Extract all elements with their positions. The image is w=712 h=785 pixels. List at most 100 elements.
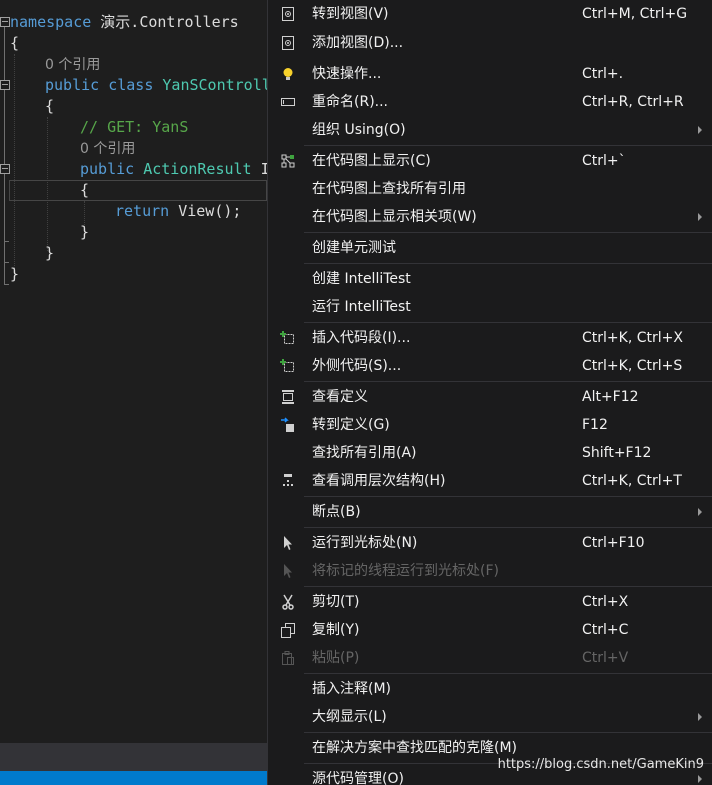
status-bar [0, 771, 267, 785]
fold-line [4, 90, 5, 164]
menu-item-label: 外侧代码(S)... [312, 358, 402, 374]
menu-item-label: 组织 Using(O) [312, 122, 406, 138]
menu-item-peek-definition[interactable]: 查看定义 Alt+F12 [268, 383, 712, 411]
menu-item-rename[interactable]: 重命名(R)... Ctrl+R, Ctrl+R [268, 88, 712, 116]
codelens-references[interactable]: 0 个引用 [80, 138, 135, 159]
menu-separator [304, 381, 712, 382]
menu-separator [304, 496, 712, 497]
code-line-method: public ActionResult I [80, 159, 267, 180]
copy-icon [281, 623, 295, 638]
rename-icon [281, 98, 295, 106]
snippet-icon [280, 331, 294, 344]
menu-item-label: 转到定义(G) [312, 417, 390, 433]
menu-item-label: 查找所有引用(A) [312, 445, 417, 461]
menu-item-label: 查看定义 [312, 389, 368, 405]
menu-item-organize-usings[interactable]: 组织 Using(O) [268, 116, 712, 144]
type-name: ActionResult [143, 160, 252, 178]
menu-item-insert-snippet[interactable]: 插入代码段(I)... Ctrl+K, Ctrl+X [268, 324, 712, 352]
menu-item-go-to-definition[interactable]: 转到定义(G) F12 [268, 411, 712, 439]
surround-icon [280, 359, 294, 372]
menu-separator [304, 586, 712, 587]
menu-item-go-to-view[interactable]: 转到视图(V) Ctrl+M, Ctrl+G [268, 0, 712, 28]
menu-item-run-flagged-threads-to-cursor[interactable]: 将标记的线程运行到光标处(F) [268, 557, 712, 585]
paste-icon [282, 651, 294, 665]
menu-item-label: 源代码管理(O) [312, 771, 404, 785]
menu-separator [304, 732, 712, 733]
keyword: return [115, 202, 170, 220]
run-flagged-icon [284, 564, 292, 578]
fold-toggle-namespace[interactable] [0, 17, 10, 27]
lightbulb-icon [283, 68, 293, 80]
menu-separator [304, 232, 712, 233]
code-line-class: public class YanSControlle [45, 75, 267, 96]
watermark-text: https://blog.csdn.net/GameKin9 [497, 757, 704, 772]
menu-item-shortcut: Ctrl+C [582, 622, 629, 638]
menu-item-shortcut: Ctrl+M, Ctrl+G [582, 6, 688, 22]
menu-item-add-view[interactable]: 添加视图(D)... [268, 29, 712, 57]
code-line-brace: { [10, 33, 19, 54]
menu-item-label: 在解决方案中查找匹配的克隆(M) [312, 740, 518, 756]
menu-item-find-all-references-on-code-map[interactable]: 在代码图上查找所有引用 [268, 175, 712, 203]
menu-item-shortcut: Ctrl+X [582, 594, 629, 610]
code-editor[interactable]: namespace 演示.Controllers { 0 个引用 public … [0, 0, 267, 743]
menu-item-outlining[interactable]: 大纲显示(L) [268, 703, 712, 731]
class-name: YanSControlle [162, 76, 267, 94]
fold-toggle-class[interactable] [0, 80, 10, 90]
menu-item-label: 插入注释(M) [312, 681, 392, 697]
comment: // GET: YanS [80, 118, 189, 136]
brace-close: } [10, 265, 20, 283]
menu-item-show-on-code-map[interactable]: 在代码图上显示(C) Ctrl+` [268, 147, 712, 175]
brace-close: } [45, 244, 55, 262]
submenu-arrow-icon [698, 775, 702, 783]
fold-toggle-method[interactable] [0, 164, 10, 174]
fold-end-tick [4, 262, 9, 263]
menu-item-copy[interactable]: 复制(Y) Ctrl+C [268, 616, 712, 644]
menu-item-create-unit-tests[interactable]: 创建单元测试 [268, 234, 712, 262]
menu-separator [304, 145, 712, 146]
menu-item-view-call-hierarchy[interactable]: 查看调用层次结构(H) Ctrl+K, Ctrl+T [268, 467, 712, 495]
menu-item-shortcut: Ctrl+F10 [582, 535, 645, 551]
code-line-brace: } [80, 222, 89, 243]
fold-end-tick [4, 241, 9, 242]
keyword: namespace [10, 13, 92, 31]
menu-item-surround-with[interactable]: 外侧代码(S)... Ctrl+K, Ctrl+S [268, 352, 712, 380]
menu-item-label: 添加视图(D)... [312, 35, 404, 51]
menu-item-paste[interactable]: 粘贴(P) Ctrl+V [268, 644, 712, 672]
submenu-arrow-icon [698, 508, 702, 516]
menu-item-show-related-on-code-map[interactable]: 在代码图上显示相关项(W) [268, 203, 712, 231]
codelens-references[interactable]: 0 个引用 [45, 54, 100, 75]
menu-item-label: 运行 IntelliTest [312, 299, 411, 315]
reference-count[interactable]: 0 个引用 [45, 57, 100, 73]
menu-item-label: 大纲显示(L) [312, 709, 387, 725]
menu-item-shortcut: Ctrl+. [582, 66, 624, 82]
fold-line [4, 27, 5, 80]
submenu-arrow-icon [698, 126, 702, 134]
namespace-name: 演示.Controllers [91, 13, 239, 31]
menu-item-find-all-references[interactable]: 查找所有引用(A) Shift+F12 [268, 439, 712, 467]
menu-item-run-to-cursor[interactable]: 运行到光标处(N) Ctrl+F10 [268, 529, 712, 557]
menu-item-run-intellitest[interactable]: 运行 IntelliTest [268, 293, 712, 321]
menu-item-label: 复制(Y) [312, 622, 360, 638]
code-line-namespace: namespace 演示.Controllers [10, 12, 239, 33]
submenu-arrow-icon [698, 213, 702, 221]
menu-item-quick-actions[interactable]: 快速操作... Ctrl+. [268, 60, 712, 88]
menu-item-cut[interactable]: 剪切(T) Ctrl+X [268, 588, 712, 616]
brace-open: { [45, 97, 55, 115]
menu-item-label: 断点(B) [312, 504, 361, 520]
menu-item-breakpoint[interactable]: 断点(B) [268, 498, 712, 526]
reference-count[interactable]: 0 个引用 [80, 141, 135, 157]
menu-item-label: 在代码图上显示(C) [312, 153, 431, 169]
menu-item-label: 快速操作... [312, 66, 382, 82]
menu-item-insert-comment[interactable]: 插入注释(M) [268, 675, 712, 703]
menu-item-label: 运行到光标处(N) [312, 535, 418, 551]
menu-item-label: 将标记的线程运行到光标处(F) [312, 563, 499, 579]
menu-item-shortcut: Ctrl+K, Ctrl+S [582, 358, 683, 374]
menu-separator [304, 263, 712, 264]
brace-open: { [10, 34, 20, 52]
code-line-brace: } [10, 264, 19, 285]
menu-item-shortcut: Ctrl+K, Ctrl+T [582, 473, 682, 489]
menu-item-create-intellitest[interactable]: 创建 IntelliTest [268, 265, 712, 293]
return-expression: View(); [169, 202, 242, 220]
cut-icon [282, 594, 294, 610]
menu-item-label: 粘贴(P) [312, 650, 360, 666]
